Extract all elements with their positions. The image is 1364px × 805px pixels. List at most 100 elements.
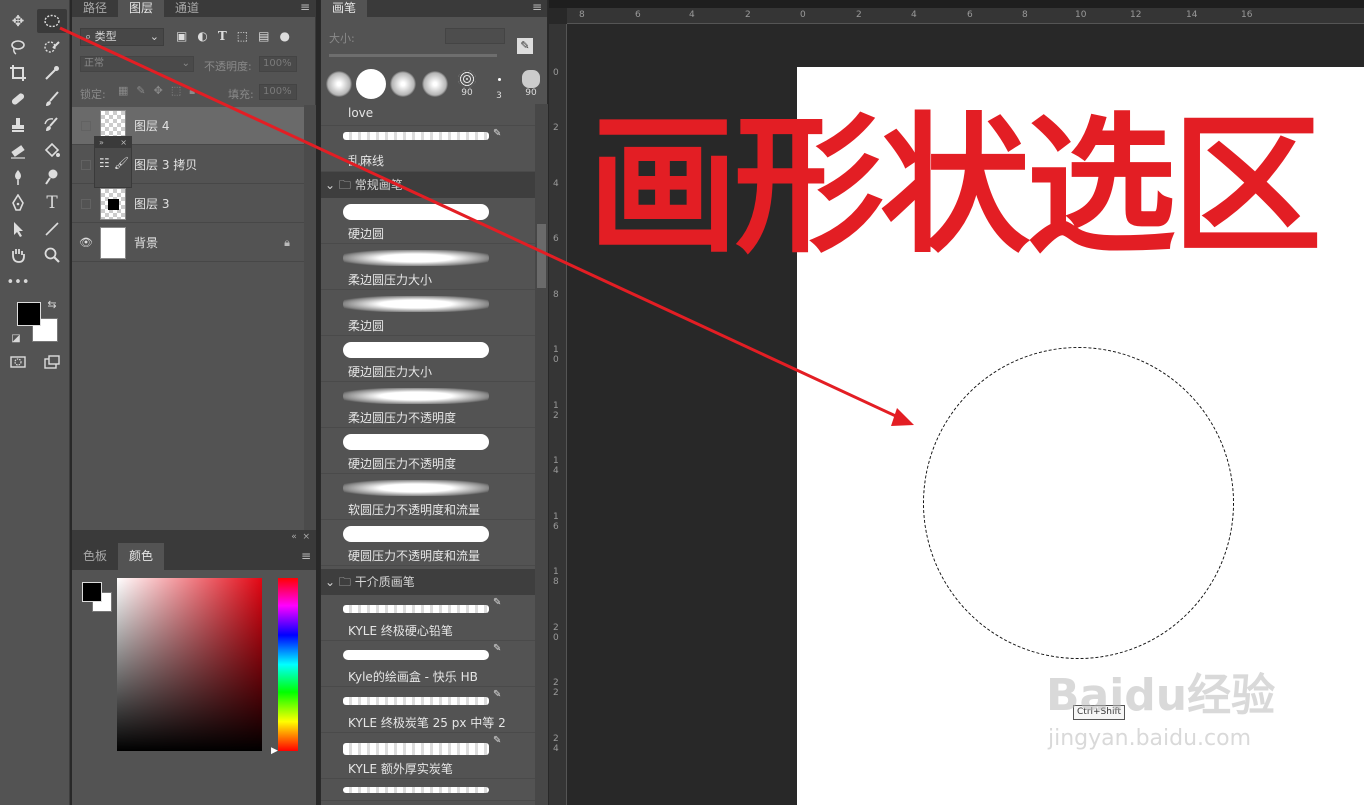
hue-slider-handle[interactable]: ▶ — [271, 746, 278, 756]
color-picker-field[interactable] — [117, 578, 262, 751]
clone-stamp-tool-icon[interactable] — [3, 113, 33, 137]
brush-name: love — [348, 106, 374, 120]
brush-tip[interactable]: 3 — [483, 65, 515, 103]
brush-tip[interactable] — [355, 65, 387, 103]
list-item[interactable]: 硬边圆压力不透明度 — [321, 428, 535, 474]
brush-tip[interactable] — [323, 65, 355, 103]
crop-tool-icon[interactable] — [3, 61, 33, 85]
new-brush-icon[interactable]: ✎ — [517, 38, 533, 54]
lock-transparent-icon[interactable]: ▦ — [118, 84, 128, 98]
close-icon[interactable]: × — [120, 137, 127, 148]
zoom-tool-icon[interactable] — [37, 243, 67, 267]
quick-selection-tool-icon[interactable] — [37, 35, 67, 59]
more-tools-icon[interactable]: ••• — [3, 270, 33, 294]
close-icon[interactable]: × — [302, 532, 310, 542]
brush-icon[interactable]: 🖌︎ — [114, 156, 129, 170]
blur-tool-icon[interactable] — [3, 165, 33, 189]
type-filter-icon[interactable]: T — [218, 29, 227, 43]
eyedropper-tool-icon[interactable] — [37, 61, 67, 85]
list-item[interactable]: ✎ 乱麻线 — [321, 126, 535, 172]
brush-tip[interactable] — [419, 65, 451, 103]
move-tool-icon[interactable]: ✥ — [3, 9, 33, 33]
tab-brushes[interactable]: 画笔 — [321, 0, 368, 17]
brush-tip[interactable] — [387, 65, 419, 103]
panel-menu-icon[interactable]: ≡ — [527, 0, 547, 17]
swap-colors-icon[interactable]: ⇆ — [40, 296, 64, 312]
history-brush-tool-icon[interactable] — [37, 113, 67, 137]
opacity-input[interactable]: 100% — [259, 56, 297, 72]
foreground-color-swatch[interactable] — [17, 302, 41, 326]
expand-icon[interactable]: » — [99, 137, 104, 148]
dodge-tool-icon[interactable] — [37, 165, 67, 189]
list-item[interactable]: 柔边圆压力大小 — [321, 244, 535, 290]
elliptical-marquee-tool-icon[interactable] — [37, 9, 67, 33]
adjustment-filter-icon[interactable]: ◐ — [197, 29, 207, 43]
screen-mode-icon[interactable] — [37, 350, 67, 374]
layer-row[interactable]: 👁︎ 背景 🔒︎ — [72, 224, 304, 262]
layer-filter-select[interactable]: ⌕ 类型 ⌄ — [80, 28, 164, 46]
pen-tool-icon[interactable] — [3, 191, 33, 215]
default-colors-icon[interactable]: ◪ — [8, 330, 24, 346]
tab-layers[interactable]: 图层 — [118, 0, 165, 17]
list-item[interactable]: ✎ Kyle的绘画盒 - 快乐 HB — [321, 641, 535, 687]
list-item[interactable]: ✎ KYLE 终极炭笔 25 px 中等 2 — [321, 687, 535, 733]
fill-input[interactable]: 100% — [259, 84, 297, 100]
lock-pixels-icon[interactable]: ✎ — [136, 84, 145, 98]
list-item[interactable]: love — [321, 104, 535, 126]
list-item[interactable]: 柔边圆 — [321, 290, 535, 336]
paint-bucket-tool-icon[interactable] — [37, 139, 67, 163]
eye-icon[interactable]: 👁︎ — [72, 224, 100, 262]
vertical-ruler[interactable]: 0 2 4 6 8 1 0 1 2 1 4 1 6 1 8 2 0 2 2 2 … — [549, 24, 567, 805]
chevron-down-icon: ⌄ — [325, 575, 336, 589]
hand-tool-icon[interactable] — [3, 243, 33, 267]
tab-paths[interactable]: 路径 — [72, 0, 118, 17]
path-selection-tool-icon[interactable] — [3, 217, 33, 241]
horizontal-ruler[interactable]: 8 6 4 2 0 2 4 6 8 10 12 14 16 — [567, 8, 1364, 24]
foreground-color-swatch[interactable] — [82, 582, 102, 602]
list-item[interactable]: 硬边圆压力大小 — [321, 336, 535, 382]
tab-channels[interactable]: 通道 — [164, 0, 210, 17]
eraser-tool-icon[interactable] — [3, 139, 33, 163]
list-item[interactable]: 柔边圆压力不透明度 — [321, 382, 535, 428]
chevron-down-icon: ⌄ — [325, 178, 336, 192]
tab-color[interactable]: 颜色 — [118, 543, 165, 570]
layer-row[interactable]: 图层 3 — [72, 185, 304, 223]
smart-object-filter-icon[interactable]: ▤ — [258, 29, 269, 43]
pixel-filter-icon[interactable]: ▣ — [176, 29, 187, 43]
layers-scrollbar[interactable] — [304, 105, 316, 530]
type-tool-icon[interactable]: T — [37, 191, 67, 215]
blend-mode-select[interactable]: 正常 ⌄ — [80, 56, 194, 72]
list-item[interactable]: 硬圆压力不透明度和流量 — [321, 520, 535, 566]
list-item[interactable]: ✎ KYLE 终极硬心铅笔 — [321, 595, 535, 641]
lock-artboard-icon[interactable]: ⬚ — [171, 84, 181, 98]
brush-group-header[interactable]: ⌄ 🗀 常规画笔 — [321, 172, 535, 198]
list-item[interactable]: 硬边圆 — [321, 198, 535, 244]
quick-mask-icon[interactable] — [3, 350, 33, 374]
panel-menu-icon[interactable]: ≡ — [295, 0, 315, 17]
lock-position-icon[interactable]: ✥ — [154, 84, 163, 98]
list-item[interactable] — [321, 779, 535, 801]
healing-brush-tool-icon[interactable] — [3, 87, 33, 111]
panel-menu-icon[interactable]: ≡ — [296, 543, 316, 570]
hue-slider[interactable] — [278, 578, 298, 751]
elliptical-selection[interactable] — [923, 347, 1234, 659]
brush-tip[interactable]: 90 — [515, 65, 547, 103]
brush-list-scrollbar[interactable] — [535, 104, 548, 805]
scrollbar-thumb[interactable] — [537, 224, 546, 288]
line-tool-icon[interactable] — [37, 217, 67, 241]
size-slider[interactable] — [329, 54, 497, 57]
list-item[interactable]: ✎ KYLE 额外厚实炭笔 — [321, 733, 535, 779]
collapse-icon[interactable]: « — [291, 532, 297, 542]
tab-swatches[interactable]: 色板 — [72, 543, 118, 570]
brush-settings-icon[interactable]: ☷ — [99, 156, 110, 170]
lock-all-icon[interactable]: 🔒︎ — [189, 84, 195, 98]
brush-group-header[interactable]: ⌄ 🗀 干介质画笔 — [321, 569, 535, 595]
layer-visibility-toggle[interactable] — [72, 185, 100, 223]
size-input[interactable] — [445, 28, 505, 44]
list-item[interactable]: 软圆压力不透明度和流量 — [321, 474, 535, 520]
brush-tool-icon[interactable] — [37, 87, 67, 111]
brush-tip[interactable]: 90 — [451, 65, 483, 103]
lasso-tool-icon[interactable] — [3, 35, 33, 59]
shape-filter-icon[interactable]: ⬚ — [237, 29, 248, 43]
filter-toggle-icon[interactable]: ● — [279, 29, 289, 43]
